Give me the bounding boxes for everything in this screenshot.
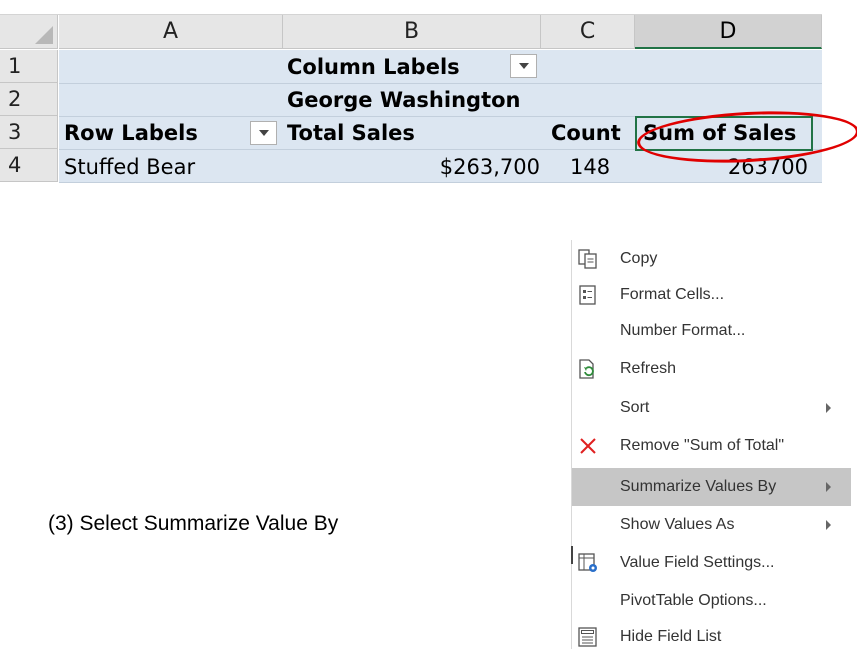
cell-a4-stuffed-bear[interactable]: Stuffed Bear — [64, 150, 195, 183]
menu-item-copy[interactable]: Copy — [571, 240, 851, 278]
submenu-arrow-icon — [826, 403, 831, 413]
row-header-2[interactable]: 2 — [0, 83, 58, 116]
menu-item-label: Summarize Values By — [620, 478, 777, 495]
cell-c3-count[interactable]: Count — [551, 116, 621, 149]
cell-b2-george-washington[interactable]: George Washington — [287, 83, 520, 116]
menu-item-label: Number Format... — [620, 322, 746, 339]
format-cells-icon — [575, 282, 601, 308]
menu-item-summarize-values-by[interactable]: Summarize Values By — [571, 468, 851, 506]
instruction-caption: (3) Select Summarize Value By — [48, 512, 339, 535]
spreadsheet: A B C D 1 2 3 4 Column Labels George Was… — [0, 0, 822, 216]
menu-item-refresh[interactable]: Refresh — [571, 350, 851, 388]
menu-item-label: Show Values As — [620, 516, 735, 533]
menu-item-value-field-settings[interactable]: Value Field Settings... — [571, 544, 851, 582]
menu-item-hide-field-list[interactable]: Hide Field List — [571, 618, 851, 649]
cell-c4-count[interactable]: 148 — [570, 150, 610, 183]
menu-item-label: PivotTable Options... — [620, 592, 767, 609]
cell-b3-total-sales[interactable]: Total Sales — [287, 116, 415, 149]
row-header-4[interactable]: 4 — [0, 149, 58, 182]
menu-border — [571, 240, 572, 649]
context-menu: Copy Format Cells... Number Format... Re… — [571, 240, 851, 649]
cell-b1-column-labels[interactable]: Column Labels — [287, 50, 460, 83]
field-list-icon — [575, 624, 601, 649]
ribbon-edge — [0, 0, 822, 15]
refresh-icon — [575, 356, 601, 382]
copy-icon — [575, 246, 601, 272]
row-header-1[interactable]: 1 — [0, 50, 58, 83]
row-header-3[interactable]: 3 — [0, 116, 58, 149]
cell-b4-sales[interactable]: $263,700 — [422, 150, 540, 183]
menu-item-pivottable-options[interactable]: PivotTable Options... — [571, 582, 851, 620]
column-header-b[interactable]: B — [283, 15, 541, 49]
menu-item-sort[interactable]: Sort — [571, 389, 851, 427]
menu-item-label: Refresh — [620, 360, 677, 377]
submenu-arrow-icon — [826, 482, 831, 492]
menu-item-label: Hide Field List — [620, 628, 722, 645]
menu-item-label: Copy — [620, 250, 658, 267]
menu-item-number-format[interactable]: Number Format... — [571, 312, 851, 350]
column-labels-filter-dropdown[interactable] — [510, 54, 537, 78]
menu-item-remove[interactable]: Remove "Sum of Total" — [571, 427, 851, 465]
row-labels-filter-dropdown[interactable] — [250, 121, 277, 145]
menu-border-mark — [571, 546, 573, 564]
menu-item-label: Remove "Sum of Total" — [620, 437, 785, 454]
menu-item-label: Value Field Settings... — [620, 554, 775, 571]
menu-item-show-values-as[interactable]: Show Values As — [571, 506, 851, 544]
row-4-background — [59, 183, 822, 216]
submenu-arrow-icon — [826, 520, 831, 530]
column-header-c[interactable]: C — [541, 15, 635, 49]
menu-item-format-cells[interactable]: Format Cells... — [571, 276, 851, 314]
menu-item-label: Sort — [620, 399, 650, 416]
menu-item-label: Format Cells... — [620, 286, 725, 303]
select-all-triangle-icon — [35, 26, 53, 44]
value-field-settings-icon — [575, 550, 601, 576]
select-all-corner[interactable] — [0, 15, 58, 49]
cell-a3-row-labels[interactable]: Row Labels — [64, 116, 198, 149]
remove-icon — [575, 433, 601, 459]
column-header-a[interactable]: A — [59, 15, 283, 49]
column-header-d[interactable]: D — [635, 15, 822, 49]
